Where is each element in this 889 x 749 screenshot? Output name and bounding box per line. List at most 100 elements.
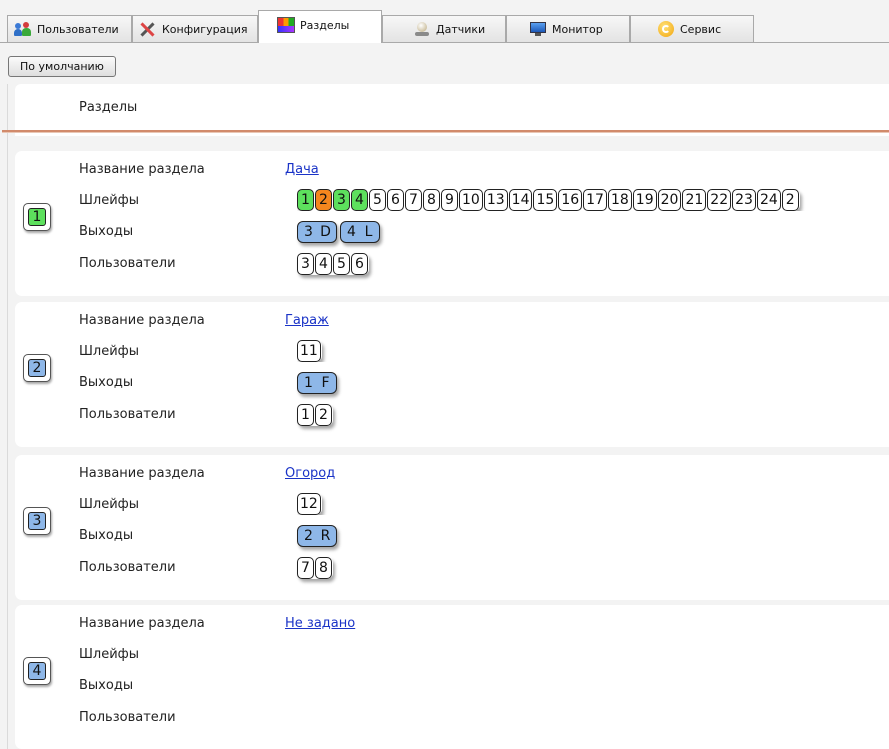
label-outputs: Выходы — [79, 678, 134, 693]
tab-service[interactable]: Сервис — [630, 15, 754, 42]
user-chip[interactable]: 8 — [315, 557, 332, 579]
loop-chip[interactable]: 21 — [682, 189, 707, 211]
loop-chip[interactable]: 20 — [657, 189, 682, 211]
user-chip[interactable]: 4 — [315, 253, 332, 275]
users-row: 78 — [297, 557, 333, 579]
label-section-name: Название раздела — [79, 616, 205, 631]
loop-chip[interactable]: 8 — [423, 189, 440, 211]
label-users: Пользователи — [79, 256, 176, 271]
user-chip[interactable]: 3 — [297, 253, 314, 275]
default-button[interactable]: По умолчанию — [8, 56, 116, 77]
users-row: 3456 — [297, 253, 369, 275]
loop-chip[interactable]: 19 — [632, 189, 657, 211]
page-title: Разделы — [79, 100, 138, 115]
output-letter: D — [320, 223, 331, 240]
user-chip[interactable]: 1 — [297, 404, 314, 426]
loop-chip[interactable]: 18 — [607, 189, 632, 211]
loop-chip[interactable]: 10 — [459, 189, 483, 211]
section-number: 2 — [28, 359, 46, 377]
loop-chip[interactable]: 2 — [315, 189, 332, 211]
section-card: Название раздела Шлейфы Выходы Пользователи… — [15, 455, 889, 600]
tab-sections[interactable]: Разделы — [258, 10, 382, 43]
label-section-name: Название раздела — [79, 466, 205, 481]
label-loops: Шлейфы — [79, 497, 140, 512]
loop-chip[interactable]: 23 — [732, 189, 756, 211]
output-number: 2 — [304, 527, 313, 544]
label-loops: Шлейфы — [79, 647, 140, 662]
section-card: Название раздела Шлейфы Выходы Пользователи… — [15, 151, 889, 296]
section-name-link[interactable]: Гараж — [285, 313, 329, 328]
header-divider-shadow — [2, 132, 889, 133]
loop-chip[interactable]: 15 — [533, 189, 558, 211]
label-users: Пользователи — [79, 407, 176, 422]
loop-chip[interactable]: 12 — [297, 493, 321, 515]
loops-row: 12 — [297, 493, 889, 515]
section-number: 1 — [28, 208, 46, 226]
label-outputs: Выходы — [79, 528, 134, 543]
section-number-badge[interactable]: 4 — [23, 657, 51, 685]
output-letter: R — [320, 527, 331, 544]
loop-chip[interactable]: 7 — [405, 189, 422, 211]
tab-sensors[interactable]: Датчики — [382, 15, 506, 42]
section-number-badge[interactable]: 1 — [23, 203, 51, 231]
loop-chip[interactable]: 16 — [558, 189, 583, 211]
label-loops: Шлейфы — [79, 344, 140, 359]
tab-monitor[interactable]: Монитор — [506, 15, 630, 42]
label-outputs: Выходы — [79, 224, 134, 239]
loop-chip[interactable]: 3 — [333, 189, 350, 211]
tab-label: Сервис — [680, 22, 722, 36]
output-letter: F — [321, 374, 330, 391]
tab-label: Разделы — [300, 18, 350, 32]
outputs-row: 3D4L — [297, 221, 383, 243]
loop-chip[interactable]: 2 — [781, 189, 799, 211]
loops-row: 1 2 3 4 5 6 7 8 9 10 13 14 15 16 17 18 19 20 21 22 23 24 2 — [297, 189, 889, 211]
label-section-name: Название раздела — [79, 313, 205, 328]
section-name-link[interactable]: Дача — [285, 162, 319, 177]
tab-label: Датчики — [436, 22, 486, 36]
label-users: Пользователи — [79, 560, 176, 575]
label-section-name: Название раздела — [79, 162, 205, 177]
service-icon — [657, 21, 675, 37]
output-number: 3 — [304, 223, 313, 240]
user-chip[interactable]: 7 — [297, 557, 314, 579]
section-number: 4 — [28, 662, 46, 680]
user-chip[interactable]: 5 — [333, 253, 350, 275]
outputs-row: 2R — [297, 525, 340, 547]
section-number-badge[interactable]: 2 — [23, 354, 51, 382]
loop-chip[interactable]: 6 — [387, 189, 404, 211]
section-card: Название раздела Шлейфы Выходы Пользователи… — [15, 302, 889, 447]
section-name-link[interactable]: Не задано — [285, 616, 355, 631]
loop-chip[interactable]: 9 — [441, 189, 458, 211]
loop-chip[interactable]: 13 — [483, 189, 508, 211]
label-outputs: Выходы — [79, 375, 134, 390]
users-row: 12 — [297, 404, 333, 426]
label-users: Пользователи — [79, 710, 176, 725]
user-chip[interactable]: 2 — [315, 404, 332, 426]
section-name-link[interactable]: Огород — [285, 466, 335, 481]
tab-underline — [0, 42, 889, 43]
tab-users[interactable]: Пользователи — [7, 15, 132, 42]
output-chip[interactable]: 2R — [297, 525, 337, 547]
outputs-row: 1F — [297, 372, 340, 394]
output-chip[interactable]: 4L — [340, 221, 380, 243]
sensor-icon — [413, 21, 431, 37]
loop-chip[interactable]: 17 — [583, 189, 607, 211]
section-number-badge[interactable]: 3 — [23, 507, 51, 535]
loop-chip[interactable]: 14 — [508, 189, 533, 211]
loop-chip[interactable]: 5 — [369, 189, 386, 211]
output-letter: L — [364, 223, 373, 240]
tab-label: Монитор — [552, 22, 603, 36]
label-loops: Шлейфы — [79, 193, 140, 208]
tab-bar: Пользователи Конфигурация Разделы Датчик… — [0, 0, 889, 43]
user-chip[interactable]: 6 — [351, 253, 368, 275]
loop-chip[interactable]: 4 — [351, 189, 368, 211]
output-chip[interactable]: 1F — [297, 372, 337, 394]
output-number: 1 — [304, 374, 313, 391]
loop-chip[interactable]: 22 — [707, 189, 732, 211]
loop-chip[interactable]: 1 — [297, 189, 314, 211]
sections-icon — [277, 17, 295, 33]
tab-configuration[interactable]: Конфигурация — [132, 15, 258, 42]
loop-chip[interactable]: 24 — [756, 189, 781, 211]
output-chip[interactable]: 3D — [297, 221, 337, 243]
loop-chip[interactable]: 11 — [297, 340, 321, 362]
